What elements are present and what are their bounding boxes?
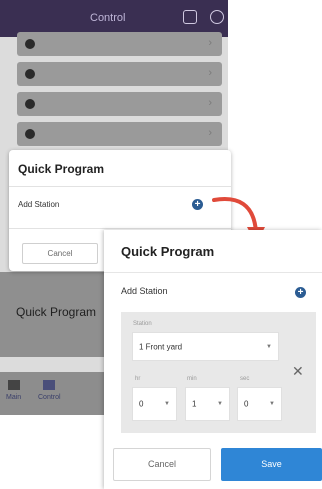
station-row[interactable]: › xyxy=(17,32,222,56)
station-row[interactable]: › xyxy=(17,62,222,86)
station-select[interactable]: 1 Front yard ▼ xyxy=(132,332,279,361)
hr-select-value: 0 xyxy=(139,399,144,409)
dialog-title: Quick Program xyxy=(18,162,105,176)
station-status-icon xyxy=(25,69,35,79)
station-row[interactable]: › xyxy=(17,122,222,146)
min-field-label: min xyxy=(187,376,197,382)
chevron-right-icon: › xyxy=(208,127,212,139)
sec-select-value: 0 xyxy=(244,399,249,409)
add-station-label: Add Station xyxy=(18,200,60,209)
hr-select[interactable]: 0 ▼ xyxy=(132,387,177,421)
chevron-right-icon: › xyxy=(208,97,212,109)
nav-item-main[interactable]: Main xyxy=(6,380,21,401)
chevron-right-icon: › xyxy=(208,37,212,49)
chevron-right-icon: › xyxy=(208,67,212,79)
save-button[interactable]: Save xyxy=(221,448,322,481)
dropdown-arrow-icon: ▼ xyxy=(266,343,272,350)
dialog-title: Quick Program xyxy=(121,244,215,259)
dropdown-arrow-icon: ▼ xyxy=(269,401,275,407)
divider xyxy=(104,272,322,273)
settings-icon[interactable] xyxy=(210,10,224,24)
station-entry-card: Station 1 Front yard ▼ hr 0 ▼ min 1 ▼ se… xyxy=(121,312,316,433)
min-select-value: 1 xyxy=(192,399,197,409)
divider xyxy=(9,186,231,187)
min-select[interactable]: 1 ▼ xyxy=(185,387,230,421)
nav-label: Main xyxy=(6,394,22,401)
export-icon[interactable] xyxy=(183,10,197,24)
divider xyxy=(9,228,231,229)
main-icon xyxy=(7,380,20,390)
remove-x-icon[interactable]: ✕ xyxy=(292,363,304,380)
cancel-button[interactable]: Cancel xyxy=(113,448,211,481)
quick-program-dialog-large: Quick Program Add Station + Station 1 Fr… xyxy=(104,230,322,489)
add-station-label: Add Station xyxy=(121,286,168,296)
app-title: Control xyxy=(90,12,126,24)
add-circle-icon[interactable]: + xyxy=(192,199,203,210)
cancel-button[interactable]: Cancel xyxy=(22,243,98,264)
dropdown-arrow-icon: ▼ xyxy=(164,401,170,407)
station-row[interactable]: › xyxy=(17,92,222,116)
sec-select[interactable]: 0 ▼ xyxy=(237,387,282,421)
nav-label: Control xyxy=(38,394,61,401)
station-select-value: 1 Front yard xyxy=(139,342,183,351)
dropdown-arrow-icon: ▼ xyxy=(217,401,223,407)
station-status-icon xyxy=(25,99,35,109)
nav-item-control[interactable]: Control xyxy=(38,380,61,401)
station-field-label: Station xyxy=(133,321,152,327)
station-status-icon xyxy=(25,129,35,139)
station-status-icon xyxy=(25,39,35,49)
quick-program-label: Quick Program xyxy=(16,305,97,319)
sec-field-label: sec xyxy=(240,376,250,382)
control-icon xyxy=(43,380,56,390)
hr-field-label: hr xyxy=(135,376,141,382)
add-circle-icon[interactable]: + xyxy=(295,287,306,298)
